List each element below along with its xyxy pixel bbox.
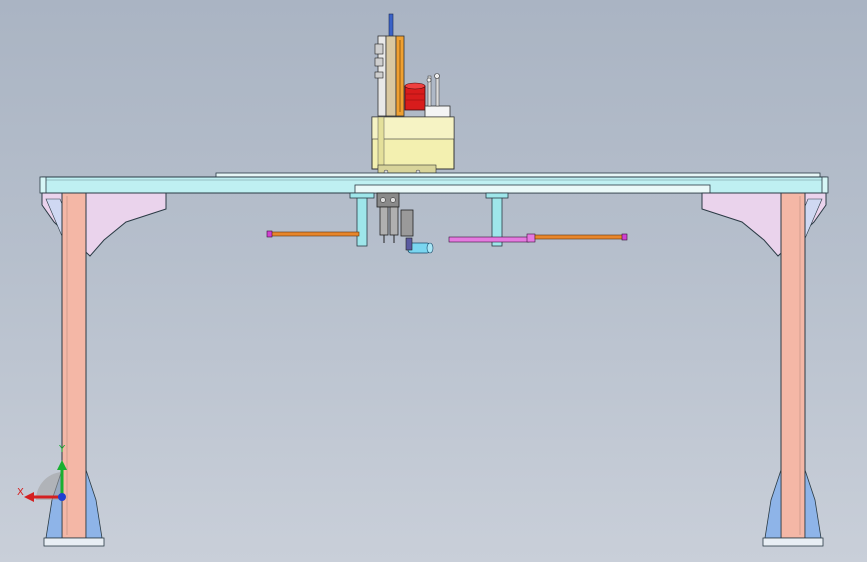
right-foot-gusset	[764, 469, 782, 539]
right-foot-gusset-right	[804, 469, 822, 539]
gantry-drawing: X Y	[17, 13, 829, 547]
head-assembly[interactable]	[371, 13, 455, 175]
left-base-plate	[43, 537, 105, 547]
y-axis-label: Y	[58, 444, 66, 455]
x-axis-label: X	[17, 487, 24, 498]
coordinate-triad: X Y	[17, 444, 67, 502]
left-foot-gusset-right	[85, 469, 103, 539]
z-axis-dot	[58, 493, 66, 501]
left-hanger-arm[interactable]	[349, 192, 375, 247]
main-beam[interactable]	[39, 172, 829, 194]
right-rod[interactable]	[534, 233, 628, 241]
left-rod[interactable]	[266, 230, 360, 238]
cad-viewport[interactable]: X Y	[0, 0, 867, 562]
right-base-plate	[762, 537, 824, 547]
pickup-head[interactable]	[376, 192, 434, 254]
motor-unit[interactable]	[404, 82, 426, 111]
